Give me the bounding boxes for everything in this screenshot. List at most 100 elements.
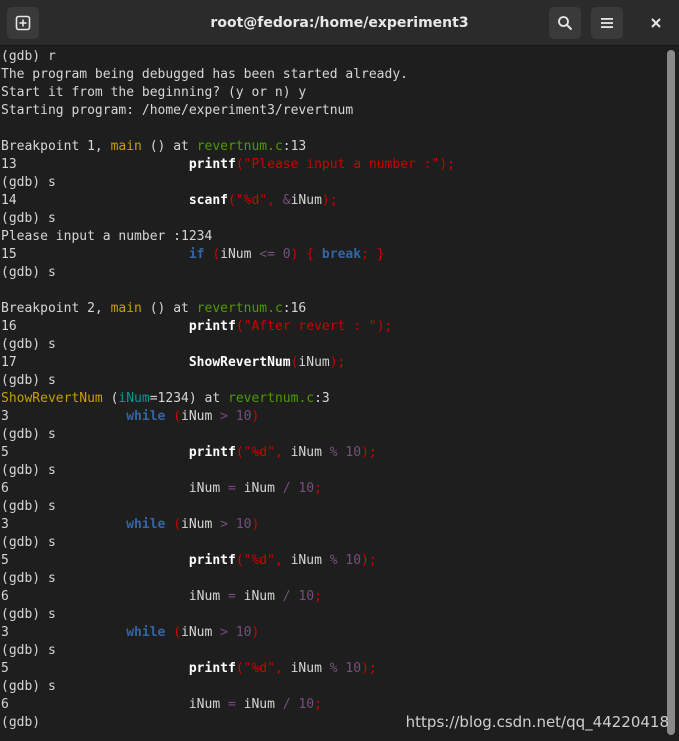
terminal-text-segment: 16 (1, 319, 189, 334)
terminal-text-segment: iNum (181, 409, 213, 424)
terminal-text-segment: (gdb) s (1, 427, 56, 442)
terminal-text-segment: = (220, 697, 244, 712)
terminal-text-segment: ( (102, 391, 119, 406)
terminal-text-segment: printf (188, 319, 236, 334)
search-button[interactable] (549, 7, 581, 39)
terminal-text-segment: iNum (188, 697, 221, 712)
terminal-text-segment: ("After revert : "); (235, 319, 393, 334)
terminal-line: 5 printf("%d", iNum % 10); (0, 552, 662, 570)
terminal-text-segment: ); (321, 193, 338, 208)
terminal-text-segment: while (126, 517, 166, 532)
terminal-text-segment: ("%d", (227, 193, 283, 208)
terminal-line: 16 printf("After revert : "); (0, 318, 662, 336)
terminal-text-segment: while (126, 625, 166, 640)
terminal-text-segment: ShowRevertNum (188, 355, 291, 370)
terminal-text-segment: 3 (1, 625, 127, 640)
terminal-text-segment: (gdb) (1, 715, 48, 730)
terminal-text-segment: 10 (235, 625, 252, 640)
terminal-text-segment: iNum (188, 481, 221, 496)
terminal-text-segment: ( (165, 409, 182, 424)
terminal-text-segment: / (274, 697, 299, 712)
terminal-text-segment: revertnum.c (196, 139, 283, 154)
terminal-text-segment: 10 (298, 481, 315, 496)
terminal-line: (gdb) s (0, 534, 662, 552)
terminal-text-segment: iNum (243, 589, 275, 604)
terminal-text-segment: ); (361, 553, 377, 568)
terminal-text-segment: () at (141, 301, 197, 316)
terminal-text-segment: :13 (282, 139, 307, 154)
terminal-text-segment: Please input a number :1234 (1, 229, 213, 244)
terminal-text-segment: iNum (290, 553, 322, 568)
terminal-text-segment: 5 (1, 553, 189, 568)
terminal-text-segment: printf (188, 553, 236, 568)
terminal-text-segment: printf (188, 157, 236, 172)
terminal-line: Starting program: /home/experiment3/reve… (0, 102, 662, 120)
terminal-text-segment: (gdb) s (1, 571, 56, 586)
terminal-text-segment: % (321, 661, 346, 676)
watermark-text: https://blog.csdn.net/qq_44220418 (405, 713, 669, 731)
menu-button[interactable] (591, 7, 623, 39)
terminal-line: (gdb) s (0, 606, 662, 624)
terminal-text-segment: main (110, 139, 142, 154)
terminal-text-segment: (gdb) s (1, 463, 56, 478)
terminal-text-segment: revertnum.c (228, 391, 315, 406)
terminal-text-segment: > (212, 625, 236, 640)
terminal-line: (gdb) s (0, 642, 662, 660)
new-tab-icon (15, 15, 31, 31)
terminal-text-segment: Start it from the beginning? (y or n) y (1, 85, 307, 100)
terminal-text-segment: ( (204, 247, 221, 262)
terminal-scrollbar[interactable] (667, 50, 675, 735)
terminal-text-segment: 6 (1, 589, 189, 604)
terminal-text-segment: (gdb) s (1, 175, 56, 190)
terminal-line: 5 printf("%d", iNum % 10); (0, 444, 662, 462)
terminal-text-segment: iNum (181, 625, 213, 640)
terminal-text-segment: / (274, 481, 299, 496)
terminal-line: 17 ShowRevertNum(iNum); (0, 354, 662, 372)
terminal-text-segment: 17 (1, 355, 189, 370)
terminal-text-segment: 3 (1, 409, 127, 424)
terminal-text-segment: Breakpoint 1, (1, 139, 111, 154)
terminal-text-segment: (gdb) s (1, 265, 56, 280)
scrollbar-thumb[interactable] (667, 50, 675, 735)
terminal-text-segment: 10 (235, 517, 252, 532)
terminal-line: 13 printf("Please input a number :"); (0, 156, 662, 174)
terminal-text-segment: printf (188, 661, 236, 676)
terminal-text-segment: 10 (298, 589, 315, 604)
terminal-line: 3 while (iNum > 10) (0, 408, 662, 426)
terminal-line: 3 while (iNum > 10) (0, 516, 662, 534)
terminal-line: 6 iNum = iNum / 10; (0, 480, 662, 498)
terminal-line: (gdb) s (0, 210, 662, 228)
terminal-text-segment: > (212, 409, 236, 424)
terminal-line: 6 iNum = iNum / 10; (0, 588, 662, 606)
terminal-line: Breakpoint 1, main () at revertnum.c:13 (0, 138, 662, 156)
terminal-line: (gdb) s (0, 678, 662, 696)
terminal-text-segment: (gdb) r (1, 49, 56, 64)
terminal-line: (gdb) s (0, 372, 662, 390)
terminal-text-segment: main (110, 301, 142, 316)
terminal-line: (gdb) s (0, 174, 662, 192)
terminal-text-segment: 15 (1, 247, 189, 262)
terminal-line: (gdb) s (0, 426, 662, 444)
terminal-line: (gdb) r (0, 48, 662, 66)
terminal-text-segment: 5 (1, 445, 189, 460)
close-button[interactable] (640, 7, 672, 39)
terminal-line: Breakpoint 2, main () at revertnum.c:16 (0, 300, 662, 318)
terminal-output[interactable]: (gdb) r The program being debugged has be… (0, 48, 662, 741)
terminal-text-segment: (gdb) s (1, 499, 56, 514)
hamburger-menu-icon (601, 18, 613, 28)
terminal-line: (gdb) s (0, 570, 662, 588)
terminal-text-segment: 6 (1, 697, 189, 712)
terminal-text-segment: iNum (290, 193, 322, 208)
terminal-text-segment: The program being debugged has been star… (1, 67, 408, 82)
terminal-text-segment: % (321, 553, 346, 568)
terminal-line: (gdb) s (0, 498, 662, 516)
terminal-text-segment: if (188, 247, 205, 262)
new-tab-button[interactable] (7, 7, 39, 39)
terminal-text-segment: = (220, 589, 244, 604)
terminal-text-segment: :3 (314, 391, 330, 406)
terminal-text-segment: > (212, 517, 236, 532)
terminal-text-segment: ; } (361, 247, 385, 262)
terminal-text-segment: =1234) at (149, 391, 228, 406)
terminal-text-segment: (gdb) s (1, 211, 56, 226)
